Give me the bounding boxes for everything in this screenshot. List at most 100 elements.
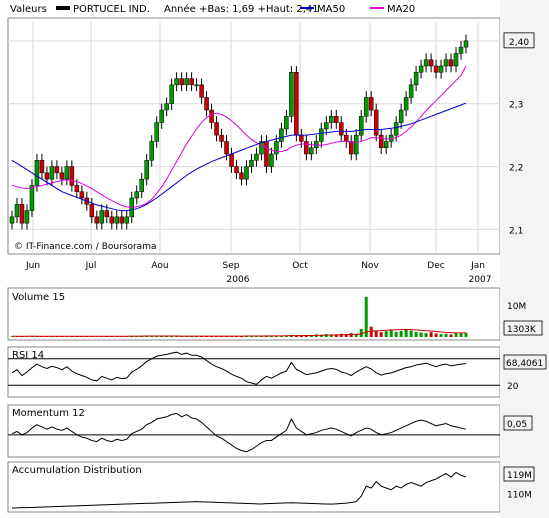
candle-body [184, 78, 189, 86]
volume-bar [389, 329, 393, 337]
candle-body [54, 166, 60, 174]
volume-bar [404, 329, 408, 337]
candle-body [154, 122, 159, 142]
candle-body [189, 78, 194, 86]
candle-body [309, 147, 314, 155]
price-legend-swatch [56, 6, 70, 10]
candle-body [244, 166, 249, 180]
candle-body [279, 128, 284, 142]
candle-body [9, 216, 15, 224]
right-axis-strip [500, 0, 549, 518]
ma50-legend-label: MA50 [317, 4, 345, 15]
year-label: 2006 [227, 275, 250, 285]
momentum-axis: 0,05 [503, 415, 533, 431]
month-tick-label: Sep [223, 261, 240, 271]
candle-body [64, 166, 70, 180]
candle-body [34, 160, 40, 186]
candle-body [368, 97, 374, 111]
candle-body [269, 153, 274, 167]
candle-body [89, 204, 95, 218]
candle-body [109, 216, 115, 224]
candle-body [44, 172, 50, 180]
ma20-legend-swatch [370, 7, 384, 9]
rsi-tick-label: 20 [507, 382, 519, 392]
price-tick-label: 2,1 [509, 226, 523, 236]
volume-label: Volume 15 [12, 292, 65, 303]
volume-bar [464, 332, 468, 337]
accumulation-last-value: 119M [507, 471, 532, 481]
candle-body [239, 172, 244, 180]
rsi-last-value: 68,4061 [506, 359, 543, 369]
price-tick-label: 2,40 [509, 38, 529, 48]
volume-bar [429, 332, 433, 337]
rsi-label: RSI 14 [12, 350, 44, 361]
volume-bar [419, 332, 423, 337]
volume-bar [424, 333, 428, 337]
candle-body [194, 84, 199, 87]
candle-body [79, 191, 85, 199]
month-tick-label: Nov [361, 261, 379, 271]
candle-body [289, 72, 294, 117]
volume-bar [434, 333, 438, 337]
volume-bar [384, 331, 388, 337]
candle-body [428, 59, 434, 67]
candle-body [169, 84, 174, 104]
stock-chart: Valeurs PORTUCEL IND. Année +Bas: 1,69 +… [7, 0, 549, 518]
candle-body [49, 166, 55, 180]
month-tick-label: Aou [151, 261, 168, 271]
candle-body [124, 216, 129, 224]
candle-body [373, 109, 379, 136]
candle-body [383, 141, 389, 148]
month-tick-label: Dec [427, 261, 444, 271]
candle-body [14, 204, 20, 218]
candle-body [458, 46, 464, 54]
candle-body [59, 172, 65, 180]
candle-body [358, 116, 364, 136]
candle-body [214, 122, 219, 136]
candle-body [418, 65, 424, 73]
volume-bar [449, 334, 453, 337]
candle-body [324, 122, 329, 130]
candle-body [204, 97, 209, 111]
volume-bar [459, 333, 463, 337]
volume-last-value: 1303K [507, 325, 537, 335]
candle-body [463, 40, 469, 48]
volume-bar [414, 331, 418, 337]
candle-body [149, 141, 154, 161]
candle-body [443, 59, 449, 67]
volume-bar [349, 333, 353, 337]
candle-body [408, 84, 414, 98]
candle-body [164, 103, 169, 111]
candle-body [224, 141, 229, 155]
price-tick-label: 2,2 [509, 164, 523, 174]
candle-body [219, 134, 224, 142]
candle-body [344, 134, 349, 142]
candle-body [139, 178, 144, 192]
candle-body [39, 160, 45, 174]
candle-body [19, 204, 25, 224]
candle-body [304, 141, 309, 155]
candle-body [29, 185, 35, 211]
volume-bar [399, 330, 403, 337]
month-tick-label: Jul [85, 261, 97, 271]
candle-body [423, 59, 429, 67]
candle-body [144, 160, 149, 180]
candle-body [104, 210, 110, 218]
candle-body [234, 166, 239, 174]
candle-body [413, 72, 419, 86]
candle-body [378, 134, 384, 148]
candle-body [99, 210, 105, 224]
momentum-last-value: 0,05 [507, 420, 527, 430]
accumulation-tick-label: 110M [507, 490, 532, 500]
candle-body [319, 128, 324, 142]
volume-bar [439, 334, 443, 337]
candle-body [119, 216, 125, 224]
momentum-label: Momentum 12 [12, 408, 85, 419]
header-range: Année +Bas: 1,69 +Haut: 2,41 [164, 3, 319, 15]
candle-body [264, 141, 269, 167]
header-prefix: Valeurs [10, 4, 47, 15]
candle-body [179, 78, 184, 86]
candle-body [453, 53, 459, 67]
candle-body [24, 210, 30, 224]
rsi-panel [7, 346, 501, 398]
